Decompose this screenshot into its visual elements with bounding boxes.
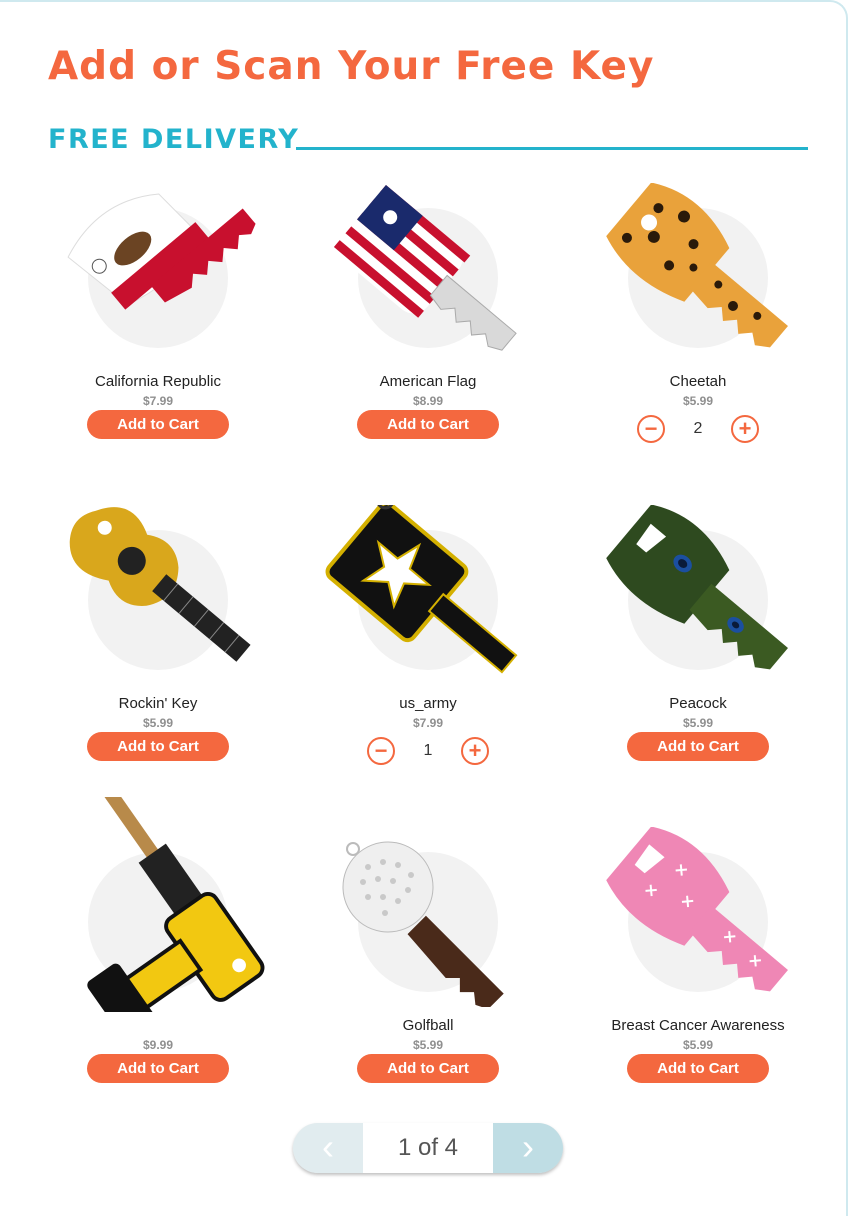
power-drill-key-image — [87, 797, 265, 1012]
add-to-cart-button[interactable]: Add to Cart — [87, 410, 229, 439]
product-price: $5.99 — [142, 716, 174, 730]
pink-ribbon-key-image — [606, 827, 788, 992]
add-to-cart-button[interactable]: Add to Cart — [627, 1054, 769, 1083]
minus-icon[interactable]: − — [637, 415, 665, 443]
product-card-golfball: Golfball $5.99 Add to Cart — [293, 827, 563, 1127]
add-to-cart-button[interactable]: Add to Cart — [357, 1054, 499, 1083]
section-divider — [296, 147, 808, 150]
quantity-stepper: − 2 + — [637, 415, 759, 445]
product-name: Golfball — [402, 1017, 454, 1034]
product-card-breast-cancer: Breast Cancer Awareness $5.99 Add to Car… — [563, 827, 833, 1127]
product-card-us-army: us_army $7.99 − 1 + — [293, 505, 563, 805]
quantity-value: 2 — [693, 420, 703, 437]
product-name: Peacock — [669, 695, 727, 712]
section-heading: FREE DELIVERY — [48, 124, 300, 155]
peacock-key-image — [606, 505, 788, 670]
guitar-key-image — [69, 507, 251, 662]
add-to-cart-button[interactable]: Add to Cart — [87, 1054, 229, 1083]
product-price: $5.99 — [682, 1038, 714, 1052]
minus-icon[interactable]: − — [367, 737, 395, 765]
product-card-peacock: Peacock $5.99 Add to Cart — [563, 505, 833, 805]
product-name: American Flag — [379, 373, 477, 390]
product-price: $7.99 — [142, 394, 174, 408]
chevron-right-icon[interactable]: › — [493, 1123, 563, 1173]
product-price: $5.99 — [412, 1038, 444, 1052]
product-price: $8.99 — [412, 394, 444, 408]
california-flag-key-image — [67, 193, 256, 310]
product-name: Rockin' Key — [118, 695, 198, 712]
product-price: $9.99 — [142, 1038, 174, 1052]
cheetah-key-image — [606, 183, 788, 348]
quantity-stepper: − 1 + — [367, 737, 489, 767]
pagination: ‹ 1 of 4 › — [293, 1123, 563, 1173]
golfball-key-image — [342, 841, 504, 1007]
product-card-rockin-key: Rockin' Key $5.99 Add to Cart — [23, 505, 293, 805]
product-card-california: California Republic $7.99 Add to Cart — [23, 183, 293, 483]
product-card-american-flag: American Flag $8.99 Add to Cart — [293, 183, 563, 483]
product-card-cheetah: Cheetah $5.99 − 2 + — [563, 183, 833, 483]
product-card-power-drill: $9.99 Add to Cart — [23, 797, 293, 1127]
american-flag-key-image — [333, 184, 517, 351]
product-name: us_army — [399, 695, 457, 712]
add-to-cart-button[interactable]: Add to Cart — [87, 732, 229, 761]
plus-icon[interactable]: + — [731, 415, 759, 443]
product-name: Cheetah — [669, 373, 727, 390]
product-name: California Republic — [95, 373, 221, 390]
chevron-left-icon[interactable]: ‹ — [293, 1123, 363, 1173]
us-army-key-image — [325, 505, 518, 674]
add-to-cart-button[interactable]: Add to Cart — [357, 410, 499, 439]
add-to-cart-button[interactable]: Add to Cart — [627, 732, 769, 761]
plus-icon[interactable]: + — [461, 737, 489, 765]
product-price: $5.99 — [682, 394, 714, 408]
product-price: $5.99 — [682, 716, 714, 730]
product-name: Breast Cancer Awareness — [611, 1017, 785, 1034]
product-price: $7.99 — [412, 716, 444, 730]
page-title: Add or Scan Your Free Key — [48, 44, 655, 89]
quantity-value: 1 — [423, 742, 433, 759]
page-indicator: 1 of 4 — [363, 1123, 493, 1173]
